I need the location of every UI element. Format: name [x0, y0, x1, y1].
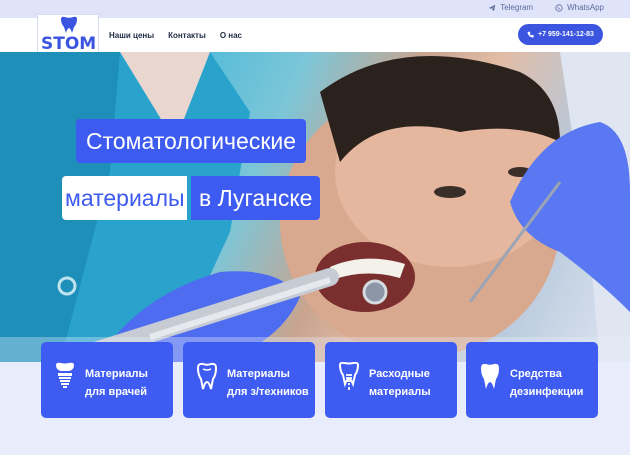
- whatsapp-link[interactable]: WhatsApp: [555, 3, 604, 12]
- whatsapp-icon: [555, 3, 563, 12]
- dental-implant-icon: [338, 362, 360, 390]
- site-header: STOM Наши цены Контакты О нас +7 959-141…: [0, 14, 630, 60]
- phone-number: +7 959-141-12-83: [538, 31, 594, 38]
- logo-tooth-icon: [61, 16, 77, 33]
- card-label-line-1: Материалы: [227, 368, 290, 380]
- card-label: Средства дезинфекции: [510, 365, 583, 401]
- category-cards: Материалы для врачей Материалы для з/тех…: [0, 342, 630, 422]
- messenger-links: Telegram WhatsApp: [488, 3, 604, 12]
- card-doctor-materials[interactable]: Материалы для врачей: [41, 342, 173, 418]
- nav-contacts[interactable]: Контакты: [168, 31, 206, 40]
- card-technician-materials[interactable]: Материалы для з/техников: [183, 342, 315, 418]
- phone-button[interactable]: +7 959-141-12-83: [518, 24, 603, 45]
- telegram-icon: [488, 4, 496, 11]
- card-label: Материалы для з/техников: [227, 365, 309, 401]
- card-label: Материалы для врачей: [85, 365, 148, 401]
- card-label-line-2: для врачей: [85, 386, 148, 398]
- tooth-icon: [481, 363, 499, 389]
- hero-title-line-1: Стоматологические: [76, 119, 307, 163]
- card-label: Расходные материалы: [369, 365, 431, 401]
- main-nav: Наши цены Контакты О нас: [109, 31, 242, 40]
- telegram-label: Telegram: [500, 3, 534, 12]
- card-label-line-1: Средства: [510, 368, 562, 380]
- card-consumables[interactable]: Расходные материалы: [325, 342, 457, 418]
- card-disinfection[interactable]: Средства дезинфекции: [466, 342, 598, 418]
- hero-banner: Стоматологические материалы в Луганске: [0, 52, 630, 362]
- whatsapp-label: WhatsApp: [567, 3, 604, 12]
- hero-title-highlight: материалы: [62, 176, 187, 220]
- card-label-line-1: Расходные: [369, 368, 430, 380]
- dental-implant-icon: [56, 362, 74, 388]
- card-label-line-2: дезинфекции: [510, 386, 584, 398]
- card-label-line-2: для з/техников: [227, 386, 309, 398]
- nav-about[interactable]: О нас: [220, 31, 242, 40]
- phone-icon: [527, 31, 534, 38]
- telegram-link[interactable]: Telegram: [488, 3, 533, 12]
- nav-prices[interactable]: Наши цены: [109, 31, 154, 40]
- card-label-line-2: материалы: [369, 386, 431, 398]
- card-label-line-1: Материалы: [85, 368, 148, 380]
- hero-title-line-2: в Луганске: [191, 176, 321, 220]
- logo-text: STOM: [41, 34, 97, 54]
- tooth-outline-icon: [196, 362, 218, 390]
